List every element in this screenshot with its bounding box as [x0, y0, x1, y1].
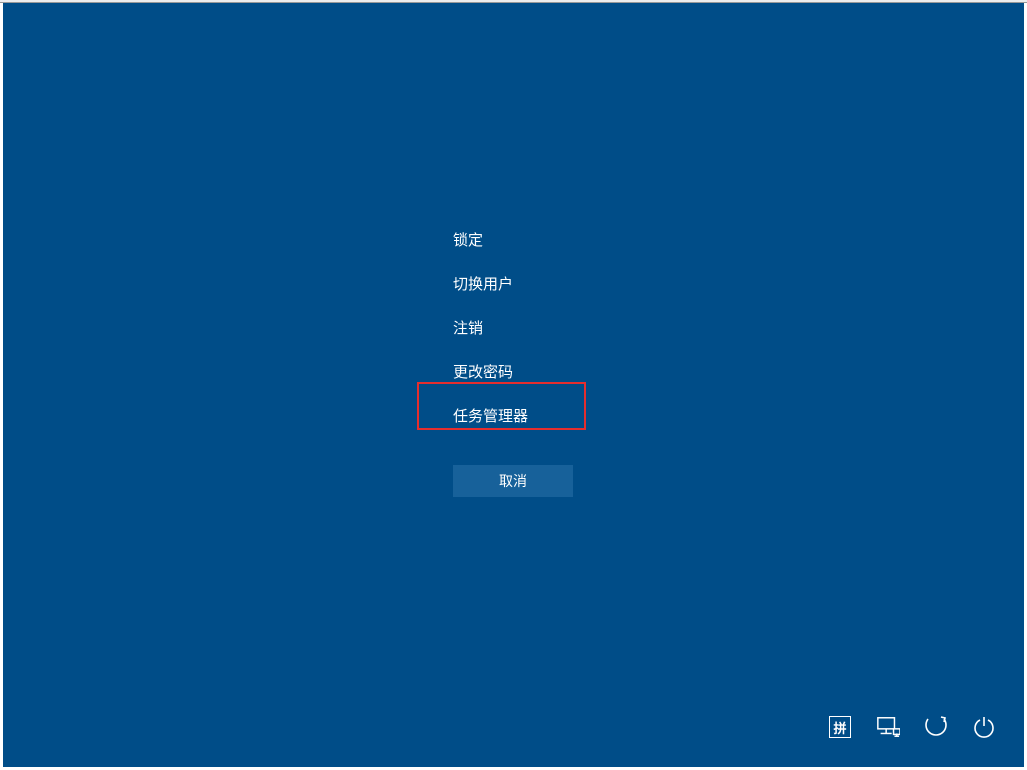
task-manager-label: 任务管理器 [453, 408, 528, 425]
task-manager-option[interactable]: 任务管理器 [451, 395, 530, 439]
change-password-label: 更改密码 [453, 364, 513, 381]
secure-attention-screen: 锁定 切换用户 注销 更改密码 任务管理器 取消 拼 [3, 3, 1024, 767]
cancel-label: 取消 [499, 473, 527, 489]
cancel-button[interactable]: 取消 [453, 465, 573, 497]
ease-of-access-button[interactable] [924, 715, 948, 739]
sign-out-label: 注销 [453, 320, 483, 337]
lock-option[interactable]: 锁定 [451, 219, 530, 263]
network-icon [876, 715, 900, 739]
switch-user-label: 切换用户 [453, 276, 513, 293]
sign-out-option[interactable]: 注销 [451, 307, 530, 351]
ease-of-access-icon [924, 715, 948, 739]
ime-button[interactable]: 拼 [828, 715, 852, 739]
switch-user-option[interactable]: 切换用户 [451, 263, 530, 307]
change-password-option[interactable]: 更改密码 [451, 351, 530, 395]
power-icon [972, 715, 996, 739]
system-tray: 拼 [828, 715, 996, 739]
network-button[interactable] [876, 715, 900, 739]
lock-label: 锁定 [453, 232, 483, 249]
power-button[interactable] [972, 715, 996, 739]
security-options-menu: 锁定 切换用户 注销 更改密码 任务管理器 [451, 219, 530, 439]
ime-icon: 拼 [829, 716, 851, 738]
